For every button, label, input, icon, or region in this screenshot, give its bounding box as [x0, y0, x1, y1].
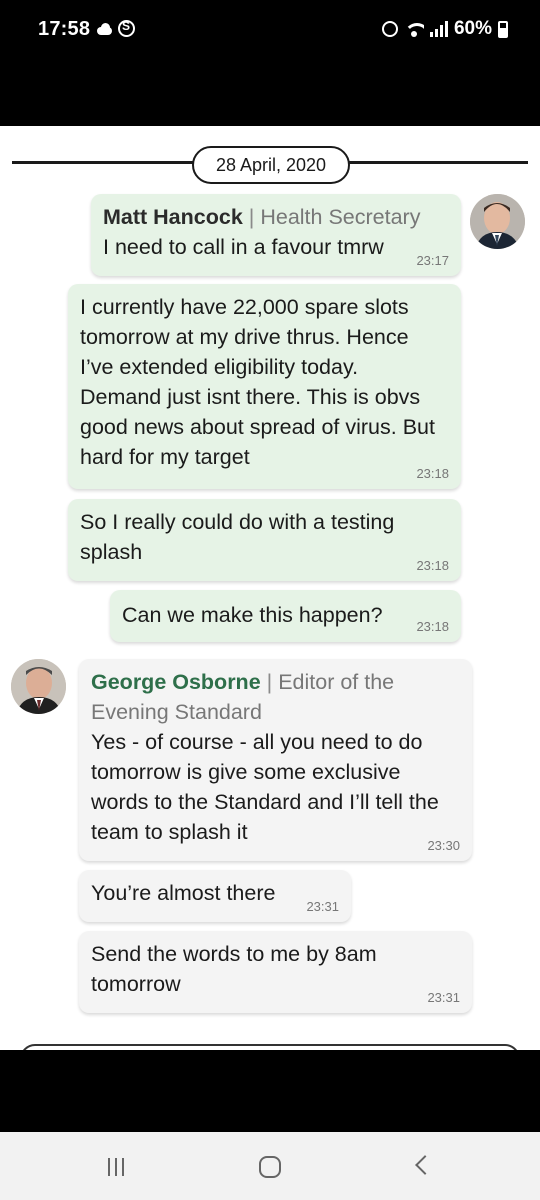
sender-role: Health Secretary: [260, 205, 421, 229]
signal-icon: [429, 21, 448, 37]
battery-percent: 60%: [453, 18, 492, 39]
wifi-icon: [403, 21, 424, 37]
message-bubble[interactable]: So I really could do with a testing spla…: [68, 499, 461, 581]
chat-content: 28 April, 2020 Matt Hancock | Health Sec…: [0, 126, 540, 1050]
hancock-avatar[interactable]: [470, 194, 525, 249]
sender-name: Matt Hancock: [103, 205, 243, 229]
message-bubble[interactable]: Send the words to me by 8am tomorrow 23:…: [79, 931, 472, 1013]
cloud-icon: [95, 22, 113, 35]
back-icon[interactable]: [415, 1155, 435, 1175]
message-text: Can we make this happen?: [122, 603, 383, 627]
message-time: 23:18: [416, 619, 449, 634]
message-text: Yes - of course - all you need to do tom…: [91, 730, 439, 844]
message-bubble[interactable]: You’re almost there 23:31: [79, 870, 351, 922]
status-right-icons: 60%: [381, 18, 508, 40]
message-text: You’re almost there: [91, 881, 276, 905]
home-icon[interactable]: [259, 1156, 281, 1178]
message-bubble[interactable]: Can we make this happen? 23:18: [110, 590, 461, 642]
message-bubble[interactable]: I currently have 22,000 spare slots tomo…: [68, 284, 461, 489]
date-pill: 28 April, 2020: [192, 146, 350, 184]
message-time: 23:31: [306, 899, 339, 914]
status-left-icons: [95, 19, 135, 37]
alarm-icon: [381, 21, 398, 37]
navigation-bar: [0, 1132, 540, 1200]
recents-icon[interactable]: [108, 1158, 124, 1176]
sender-name: George Osborne: [91, 670, 261, 694]
message-text: Send the words to me by 8am tomorrow: [91, 942, 377, 996]
message-time: 23:18: [416, 558, 449, 573]
status-time: 17:58: [38, 18, 91, 40]
top-black-band: [0, 62, 540, 126]
shazam-icon: [118, 19, 135, 37]
message-bubble[interactable]: George Osborne | Editor of the Evening S…: [79, 659, 472, 861]
message-text: I currently have 22,000 spare slots tomo…: [80, 295, 435, 469]
status-bar: 17:58 60%: [0, 0, 540, 62]
message-bubble[interactable]: Matt Hancock | Health Secretary I need t…: [91, 194, 461, 276]
message-text: So I really could do with a testing spla…: [80, 510, 395, 564]
sender-separator: |: [260, 670, 279, 694]
message-time: 23:17: [416, 253, 449, 268]
battery-icon: [498, 20, 508, 38]
bottom-black-band: [0, 1050, 540, 1132]
message-time: 23:18: [416, 466, 449, 481]
message-time: 23:31: [427, 990, 460, 1005]
message-text: I need to call in a favour tmrw: [103, 235, 384, 259]
sender-separator: |: [242, 205, 261, 229]
message-time: 23:30: [427, 838, 460, 853]
osborne-avatar[interactable]: [11, 659, 66, 714]
